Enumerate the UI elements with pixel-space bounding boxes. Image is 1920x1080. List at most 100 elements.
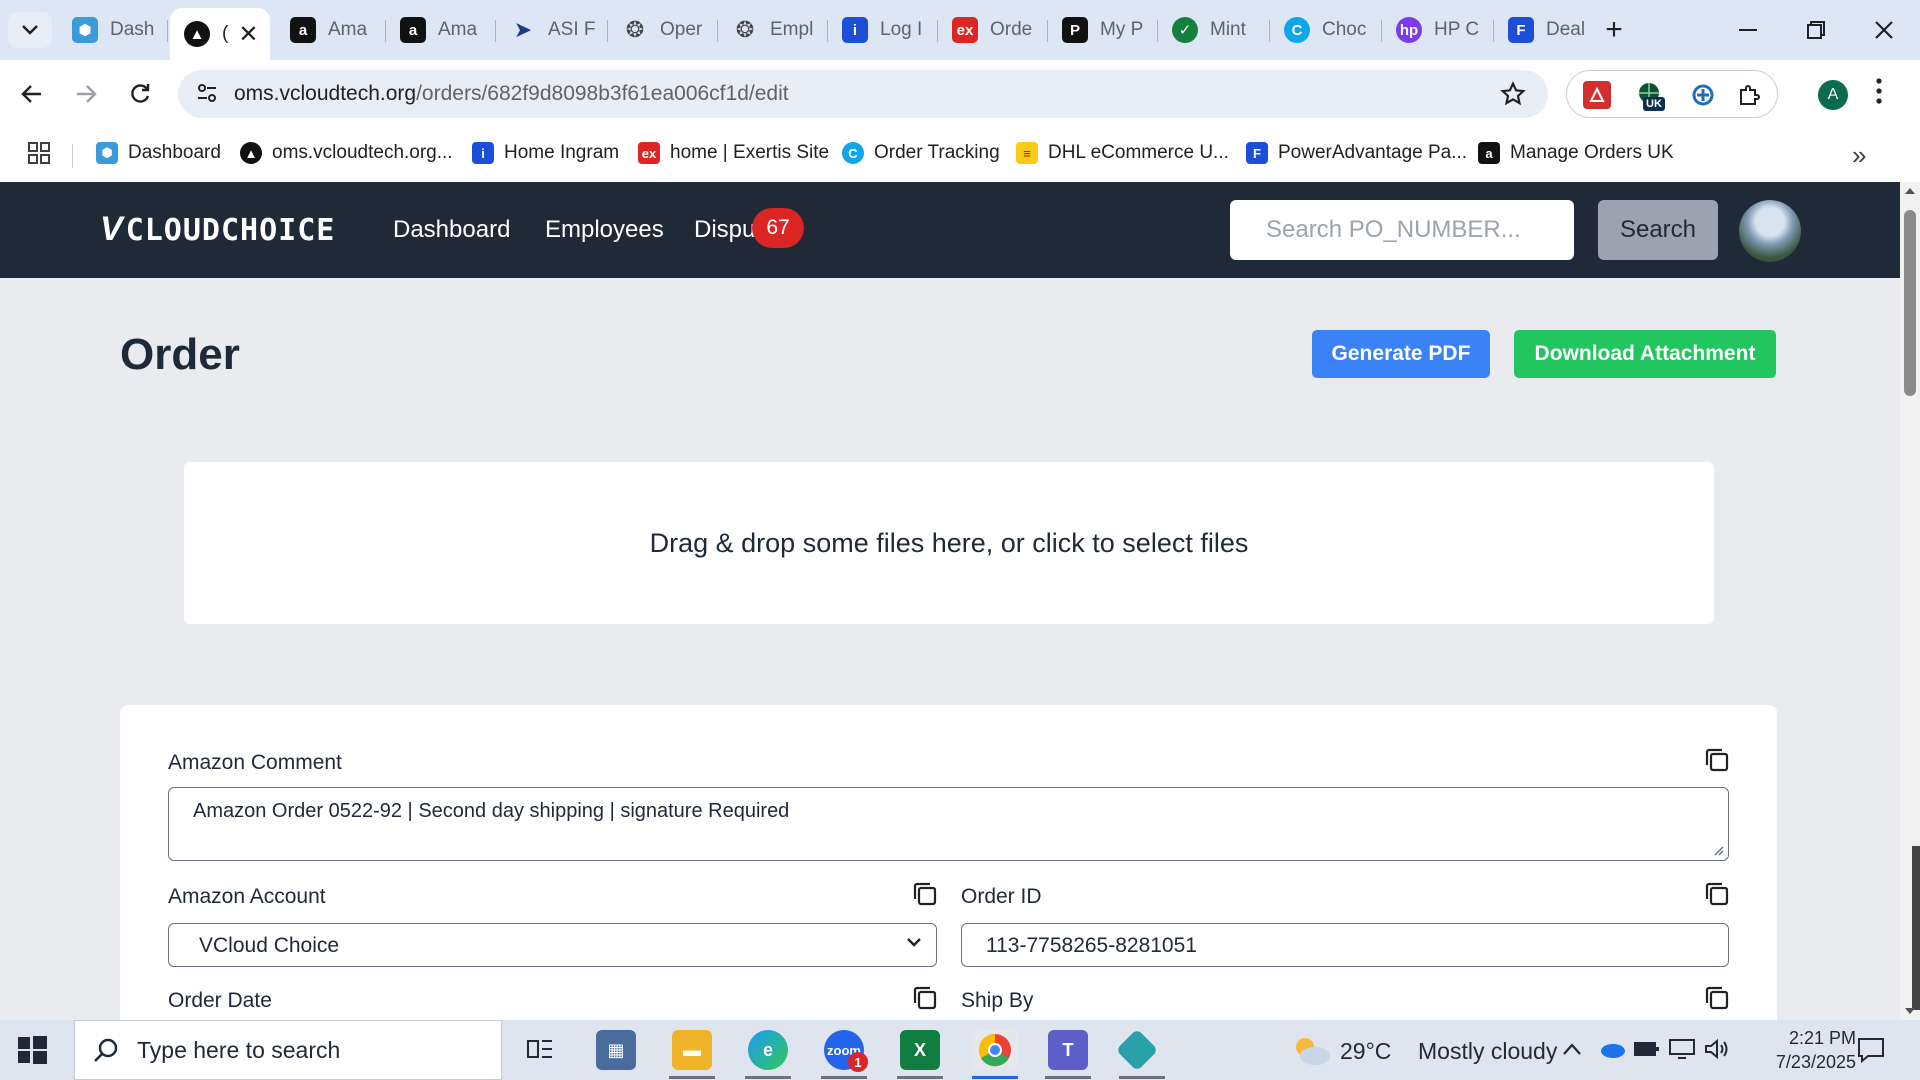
weather-cloudy-icon[interactable]	[1290, 1034, 1332, 1066]
browser-tab-strip: ⬢ Dash ▲ ( ✕ a Ama a Ama ➤ ASI F ❂ Oper …	[0, 0, 1920, 60]
battery-icon[interactable]	[1634, 1040, 1660, 1058]
dhl-icon: ≡	[1016, 142, 1038, 164]
browser-tab[interactable]: i Log I	[828, 8, 938, 52]
onedrive-icon[interactable]	[1598, 1040, 1626, 1058]
browser-tab[interactable]: F Deal	[1494, 8, 1590, 52]
new-tab-button[interactable]: +	[1596, 12, 1632, 48]
browser-tab[interactable]: a Ama	[276, 8, 386, 52]
copy-icon[interactable]	[1704, 747, 1730, 773]
search-button[interactable]: Search	[1598, 200, 1718, 260]
back-button[interactable]	[12, 74, 52, 114]
chrome-icon[interactable]	[972, 1030, 1018, 1070]
weather-temp[interactable]: 29°C	[1340, 1038, 1391, 1065]
diamond-app-icon[interactable]	[1115, 1028, 1159, 1072]
bookmark-item[interactable]: ⬢ Dashboard	[96, 138, 221, 168]
more-options-icon[interactable]	[1876, 78, 1882, 104]
file-explorer-icon[interactable]: ▬	[672, 1030, 712, 1070]
taskbar-search[interactable]: Type here to search	[74, 1020, 502, 1080]
puzzle-icon	[1740, 85, 1760, 105]
copy-icon[interactable]	[1704, 881, 1730, 907]
page-title: Order	[120, 330, 240, 379]
bookmark-item[interactable]: ex home | Exertis Site	[638, 138, 829, 168]
exertis-icon: ex	[952, 17, 978, 43]
zoom-icon[interactable]: zoom 1	[824, 1030, 868, 1072]
zoom-notification-badge: 1	[848, 1052, 868, 1072]
gear-plus-icon	[1692, 84, 1714, 106]
restore-button[interactable]	[1786, 10, 1846, 50]
task-view-icon[interactable]	[520, 1030, 560, 1070]
amazon-comment-textarea[interactable]: Amazon Order 0522-92 | Second day shippi…	[168, 787, 1729, 861]
order-id-input[interactable]: 113-7758265-8281051	[961, 923, 1729, 967]
download-attachment-button[interactable]: Download Attachment	[1514, 330, 1776, 378]
nav-employees[interactable]: Employees	[545, 216, 664, 244]
file-dropzone[interactable]: Drag & drop some files here, or click to…	[184, 462, 1714, 624]
disputes-count-badge: 67	[752, 208, 804, 248]
tab-search-button[interactable]	[8, 12, 52, 48]
browser-tab[interactable]: a Ama	[386, 8, 496, 52]
profile-avatar[interactable]: A	[1818, 80, 1848, 110]
excel-icon[interactable]: X	[900, 1030, 940, 1070]
browser-tab[interactable]: ✓ Mint	[1158, 8, 1270, 52]
bookmark-star-icon[interactable]	[1500, 81, 1526, 107]
bookmark-item[interactable]: ≡ DHL eCommerce U...	[1016, 138, 1229, 168]
openai-icon: ❂	[735, 17, 755, 42]
scrollbar-thumb[interactable]	[1904, 210, 1916, 396]
windows-start-icon[interactable]	[14, 1032, 50, 1068]
browser-tab[interactable]: ❂ Empl	[718, 8, 828, 52]
browser-tab[interactable]: ex Orde	[938, 8, 1048, 52]
reload-button[interactable]	[120, 74, 160, 114]
generate-pdf-button[interactable]: Generate PDF	[1312, 330, 1490, 378]
bookmark-item[interactable]: a Manage Orders UK	[1478, 138, 1674, 168]
nav-dashboard[interactable]: Dashboard	[393, 216, 510, 244]
bookmarks-overflow-icon[interactable]: »	[1852, 140, 1866, 171]
browser-tab[interactable]: hp HP C	[1382, 8, 1494, 52]
chevron-up-icon[interactable]	[1562, 1042, 1582, 1056]
resize-handle-icon[interactable]	[1712, 844, 1724, 856]
system-clock[interactable]: 2:21 PM 7/23/2025	[1744, 1026, 1856, 1074]
address-bar[interactable]: oms.vcloudtech.org/orders/682f9d8098b3f6…	[178, 70, 1548, 118]
site-info-icon[interactable]	[196, 82, 218, 104]
teams-icon[interactable]: T	[1048, 1030, 1088, 1070]
po-search-input[interactable]	[1230, 200, 1574, 260]
apps-grid-icon[interactable]	[28, 142, 50, 164]
notifications-icon[interactable]	[1856, 1036, 1886, 1064]
browser-tab[interactable]: ➤ ASI F	[496, 8, 608, 52]
bookmark-item[interactable]: i Home Ingram	[472, 138, 619, 168]
browser-tab[interactable]: ❂ Oper	[608, 8, 718, 52]
vpn-extension-icon[interactable]: UK	[1635, 81, 1665, 111]
weather-text[interactable]: Mostly cloudy	[1418, 1038, 1557, 1065]
browser-tab[interactable]: C Choc	[1270, 8, 1382, 52]
user-avatar[interactable]	[1739, 200, 1801, 262]
uk-badge: UK	[1643, 97, 1665, 111]
amazon-account-select[interactable]: VCloud Choice	[168, 923, 937, 967]
close-window-button[interactable]	[1854, 10, 1914, 50]
plugin-extension-icon[interactable]	[1689, 81, 1717, 109]
bookmark-item[interactable]: ▲ oms.vcloudtech.org...	[240, 138, 453, 168]
app-logo[interactable]: VCLOUDCHOICE	[100, 210, 335, 249]
windows-taskbar: Type here to search ▦ ▬ e zoom 1 X T 29°…	[0, 1020, 1920, 1080]
copy-icon[interactable]	[912, 985, 938, 1011]
calculator-icon[interactable]: ▦	[596, 1030, 636, 1070]
copy-icon[interactable]	[1704, 985, 1730, 1011]
browser-tab[interactable]: ⬢ Dash	[58, 8, 168, 52]
network-icon[interactable]	[1668, 1038, 1696, 1060]
browser-tab[interactable]: P My P	[1048, 8, 1158, 52]
scroll-up-icon[interactable]	[1904, 186, 1916, 196]
secondary-scroll-thumb[interactable]	[1912, 846, 1920, 1010]
copy-icon[interactable]	[912, 881, 938, 907]
bookmark-item[interactable]: F PowerAdvantage Pa...	[1246, 138, 1467, 168]
triangle-logo-icon: ▲	[184, 21, 210, 47]
bookmark-item[interactable]: C Order Tracking	[842, 138, 1000, 168]
edge-icon[interactable]: e	[748, 1030, 788, 1070]
forward-button[interactable]	[66, 74, 106, 114]
volume-icon[interactable]	[1704, 1038, 1730, 1060]
scroll-down-icon[interactable]	[1904, 1006, 1916, 1016]
minimize-button[interactable]	[1718, 10, 1778, 50]
pdf-extension-icon[interactable]	[1583, 81, 1611, 109]
nav-disputes[interactable]: Dispu	[694, 216, 755, 244]
page-scrollbar[interactable]	[1900, 182, 1920, 1020]
browser-tab-active[interactable]: ▲ ( ✕	[170, 8, 270, 60]
extensions-button[interactable]	[1735, 81, 1763, 109]
close-tab-icon[interactable]: ✕	[238, 20, 258, 49]
amazon-icon: a	[1478, 142, 1500, 164]
